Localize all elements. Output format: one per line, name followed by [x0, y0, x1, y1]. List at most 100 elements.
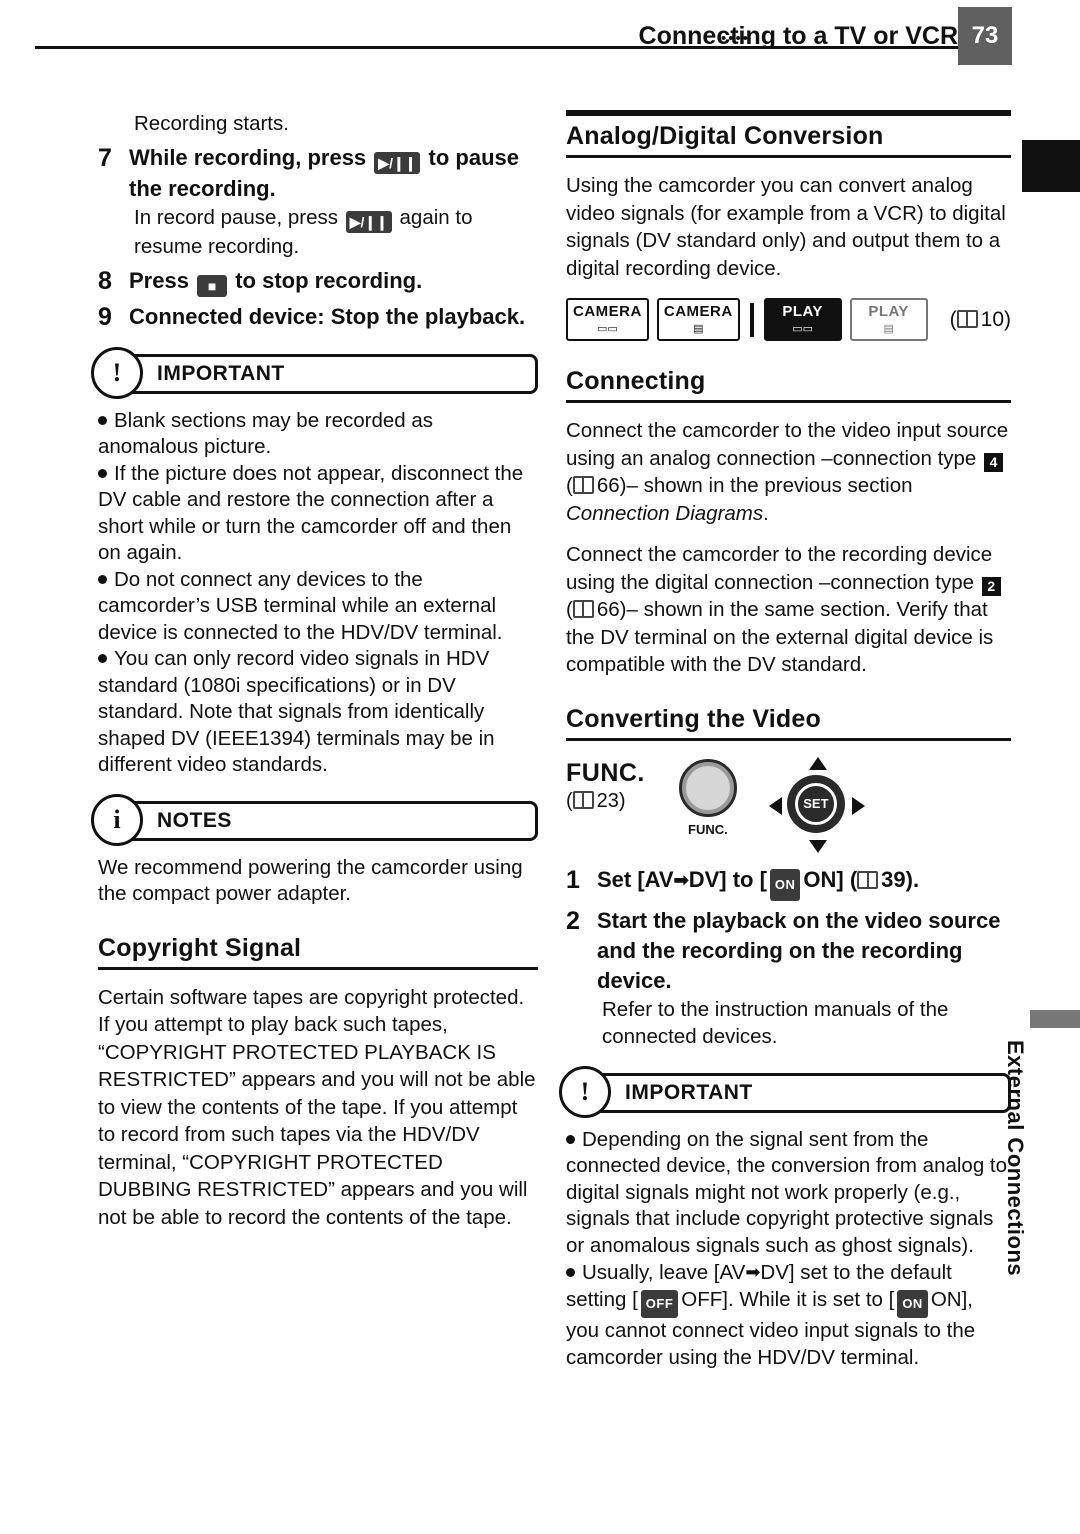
connecting-p1-c: shown in the previous section [643, 474, 913, 497]
analog-digital-heading: Analog/Digital Conversion [566, 122, 884, 150]
connecting-p1-ref: 66 [596, 474, 620, 497]
bullet-item: If the picture does not appear, disconne… [98, 461, 538, 567]
card-icon: ▤ [693, 323, 704, 335]
mode-camera-card: CAMERA ▤ [656, 298, 740, 341]
func-button-illustration: FUNC. [678, 758, 737, 837]
bullet-item: Depending on the signal sent from the co… [566, 1127, 1011, 1260]
important-label-right: IMPORTANT [625, 1080, 753, 1104]
book-icon [956, 309, 978, 328]
step-7-text-before: While recording, press [129, 144, 367, 170]
book-icon [572, 600, 594, 618]
exclamation-icon: ! [91, 346, 143, 399]
connection-diagrams-italic: Connection Diagrams [566, 501, 764, 525]
bullet2-a: Usually, leave [AV [582, 1261, 746, 1284]
connection-type-2-badge: 2 [981, 576, 1001, 596]
arrow-right-glyph: ➡ [673, 869, 689, 890]
step1-b: DV] to [ [688, 866, 767, 892]
func-ref-number: 23 [596, 789, 619, 812]
info-glyph: i [113, 804, 121, 834]
step-8-text-before: Press [129, 267, 189, 293]
converting-step-2-text: Start the playback on the video source a… [597, 907, 1001, 993]
stop-icon: ■ [197, 274, 228, 297]
mode-camera-tape: CAMERA ▭▭ [566, 298, 649, 341]
off-chip-icon: OFF [640, 1289, 679, 1318]
important-callout-header: ! IMPORTANT [91, 346, 538, 399]
right-column: Analog/Digital Conversion Using the camc… [559, 110, 1011, 1372]
step1-d: ). [905, 866, 920, 892]
bullet-item: You can only record video signals in HDV… [98, 646, 538, 779]
exclamation-icon: ! [559, 1065, 611, 1118]
notes-callout: i NOTES We recommend powering the camcor… [91, 793, 538, 908]
mode-play-card: PLAY ▤ [849, 298, 928, 341]
arrow-right-glyph: ➡ [745, 1262, 761, 1282]
play-pause-icon: ▶/❙❙ [374, 151, 421, 174]
heading-rule [566, 155, 1011, 158]
converting-step-2: 2 Start the playback on the video source… [566, 906, 1011, 996]
step-9-number: 9 [98, 302, 112, 331]
bullet-dot-icon [98, 468, 107, 478]
mode-play-tape: PLAY ▭▭ [763, 298, 842, 341]
converting-step-1-text: Set [AV➡DV] to [ON ON] (39). [597, 865, 919, 901]
page-title: Connecting to a TV or VCR [638, 22, 958, 50]
connecting-paragraph-1: Connect the camcorder to the video input… [566, 419, 1009, 525]
bullet-item: Usually, leave [AV➡DV] set to the defaul… [566, 1259, 1011, 1371]
important-callout-right: ! IMPORTANT Depending on the signal sent… [559, 1065, 1011, 1372]
connection-type-4-badge: 4 [984, 452, 1004, 472]
arrow-down-icon [808, 839, 827, 853]
bullet-text: You can only record video signals in HDV… [98, 647, 495, 777]
converting-step-2-detail: Refer to the instruction manuals of the … [602, 997, 949, 1049]
left-column: Recording starts. 7 While recording, pre… [91, 110, 538, 1231]
page-header: •••• Connecting to a TV or VCR 73 [0, 0, 1080, 66]
section-tab-marker-bottom [1030, 1010, 1080, 1028]
book-icon [572, 790, 594, 809]
book-icon [572, 476, 594, 494]
mode-ref-number: 10 [980, 307, 1004, 331]
converting-heading-block: Converting the Video [566, 705, 1011, 741]
heading-rule-top [566, 110, 1011, 116]
info-icon: i [91, 793, 143, 846]
step-8: 8 Press ■ to stop recording. [98, 266, 538, 297]
step1-a: Set [AV [597, 866, 674, 892]
step1-c: ON] ( [803, 866, 858, 892]
bullet-text: Do not connect any devices to the camcor… [98, 567, 503, 644]
tape-icon: ▭▭ [597, 323, 618, 335]
analog-digital-paragraph: Using the camcorder you can convert anal… [566, 174, 1006, 280]
mode-label: CAMERA [573, 303, 642, 320]
func-page-reference: (23) [566, 789, 626, 812]
bullet-text: Depending on the signal sent from the co… [566, 1127, 1008, 1257]
arrow-right-icon [851, 796, 865, 815]
card-icon: ▤ [883, 323, 894, 335]
copyright-signal-heading: Copyright Signal [98, 933, 302, 962]
important-body-right: Depending on the signal sent from the co… [566, 1127, 1011, 1372]
important-label: IMPORTANT [157, 361, 285, 385]
set-button-icon: SET [794, 782, 837, 825]
recording-starts-text: Recording starts. [134, 112, 289, 135]
important-callout-header-right: ! IMPORTANT [559, 1065, 1011, 1118]
step-7-detail-before: In record pause, press [134, 205, 338, 229]
connecting-heading: Connecting [566, 367, 706, 395]
on-chip-icon: ON [769, 868, 801, 901]
exclamation-glyph: ! [580, 1076, 590, 1106]
step-7: 7 While recording, press ▶/❙❙ to pause t… [98, 143, 538, 204]
joystick-ring: SET [786, 774, 845, 833]
joystick-illustration: SET [768, 756, 865, 853]
mode-page-reference: (10) [949, 307, 1011, 331]
converting-step-2-number: 2 [566, 906, 580, 935]
copyright-signal-heading-block: Copyright Signal [98, 934, 538, 970]
step-7-number: 7 [98, 143, 112, 172]
document-page: •••• Connecting to a TV or VCR 73 Extern… [0, 0, 1080, 1534]
copyright-signal-text: Certain software tapes are copyright pro… [98, 985, 536, 1229]
arrow-up-icon [808, 756, 827, 770]
heading-rule [98, 966, 538, 970]
connecting-p1-d: . [763, 501, 769, 525]
connecting-p1-a: Connect the camcorder to the video input… [566, 419, 1009, 470]
on-chip-icon: ON [897, 1289, 928, 1318]
func-reference: FUNC. (23) [566, 759, 645, 813]
connecting-p2-a: Connect the camcorder to the recording d… [566, 543, 993, 594]
mode-indicator-row: CAMERA ▭▭ CAMERA ▤ PLAY ▭▭ PLAY ▤ (10) [566, 298, 1011, 341]
play-pause-icon: ▶/❙❙ [345, 211, 392, 234]
heading-rule [566, 737, 1011, 741]
connecting-paragraph-2: Connect the camcorder to the recording d… [566, 541, 1011, 679]
connecting-heading-block: Connecting [566, 367, 1011, 403]
func-controls-row: FUNC. (23) FUNC. SET [566, 756, 1011, 853]
